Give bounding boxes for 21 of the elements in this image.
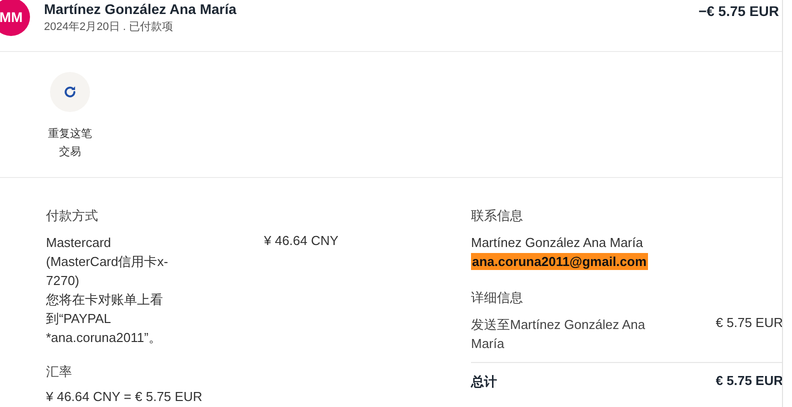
- exchange-rate: ¥ 46.64 CNY = € 5.75 EUR: [46, 388, 204, 406]
- payment-method-text: Mastercard: [46, 234, 112, 252]
- payment-method-text: 您将在卡对账单上看到“PAYPAL *ana.coruna2011”。: [46, 291, 164, 347]
- total-label: 总计: [471, 373, 497, 391]
- payee-name: Martínez González Ana María: [44, 1, 236, 17]
- payment-method-text: (MasterCard信用卡x-7270): [46, 253, 170, 290]
- detail-amount: € 5.75 EUR: [716, 315, 782, 332]
- section-heading: 付款方式: [46, 207, 99, 225]
- repeat-button[interactable]: [50, 72, 90, 112]
- action-label: 重复这笔交易: [48, 126, 92, 160]
- transaction-date-status: 2024年2月20日 . 已付款项: [44, 20, 174, 34]
- section-heading: 联系信息: [471, 207, 524, 225]
- detail-label: 发送至Martínez González Ana María: [471, 316, 646, 353]
- section-heading: 汇率: [46, 363, 73, 381]
- transaction-amount: −€ 5.75 EUR: [698, 3, 779, 19]
- section-heading: 详细信息: [471, 289, 524, 307]
- avatar: MM: [0, 0, 30, 36]
- payment-amount: ¥ 46.64 CNY: [264, 233, 338, 250]
- contact-email: ana.coruna2011@gmail.com: [471, 253, 648, 270]
- refresh-icon: [63, 85, 77, 99]
- contact-name: Martínez González Ana María: [471, 234, 644, 252]
